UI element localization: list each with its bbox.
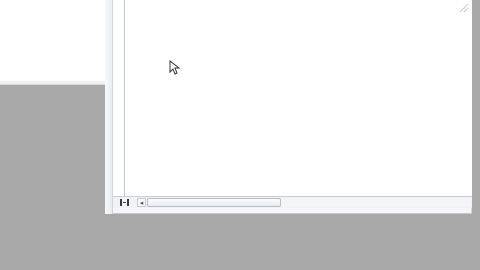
background-window[interactable] [0,0,110,85]
split-view-icon[interactable] [115,198,133,207]
resize-grip-icon[interactable] [458,2,470,14]
horizontal-scroll-thumb[interactable] [147,198,281,207]
horizontal-scroll-track[interactable] [281,198,471,207]
background-window-edge [0,81,110,84]
horizontal-scrollbar-bar: ◂ [113,196,472,208]
arrow-cursor-icon [169,60,181,75]
window-frame-left [105,0,113,214]
editor-text-area[interactable] [125,0,472,196]
scroll-left-icon[interactable]: ◂ [137,198,146,207]
editor-window[interactable]: ◂ [105,0,472,214]
editor-gutter [113,0,125,196]
desktop-strip-right [472,0,480,270]
